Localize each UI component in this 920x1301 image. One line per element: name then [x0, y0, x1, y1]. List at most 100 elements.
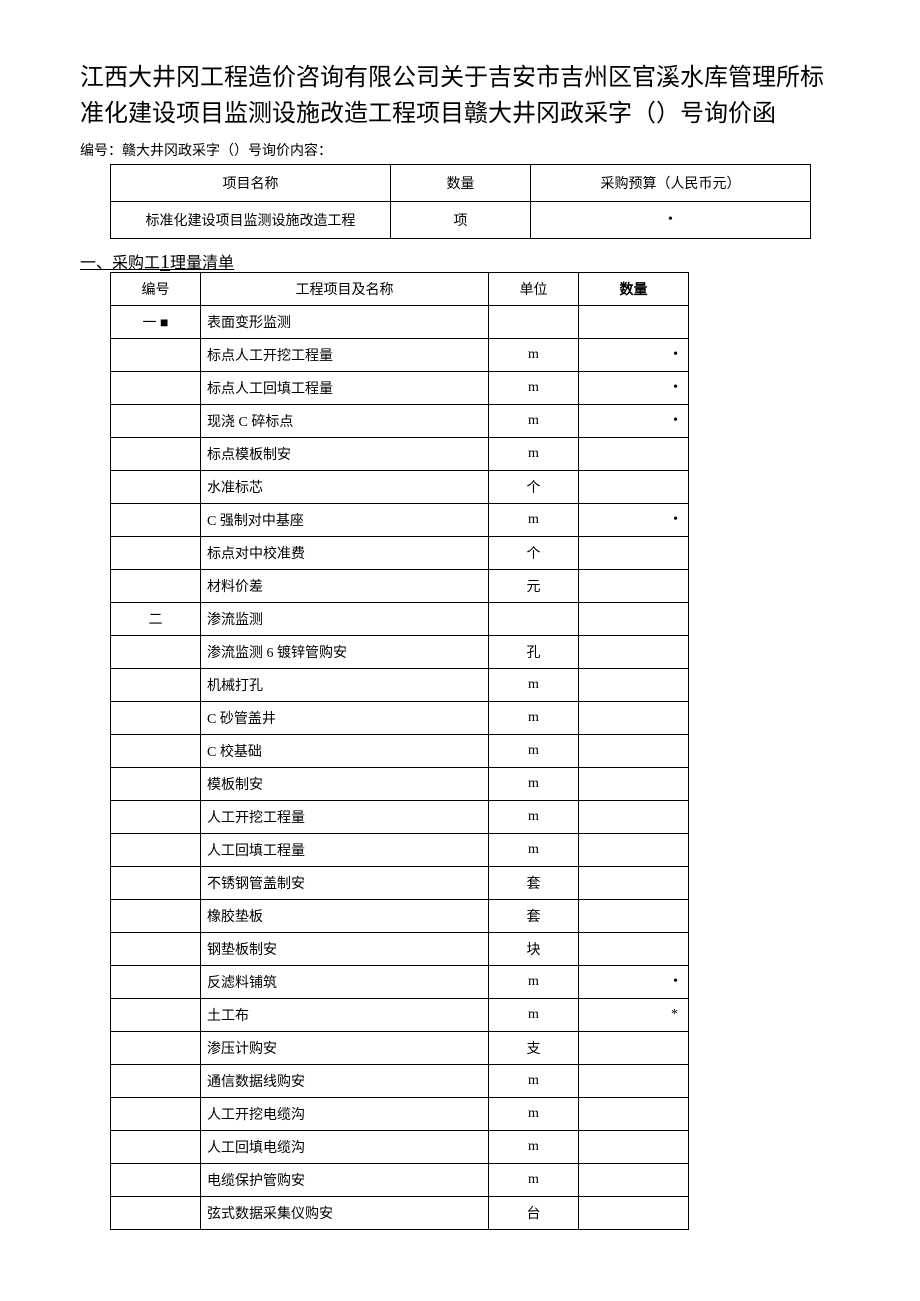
cell-b: C 校基础 [201, 735, 489, 768]
td-project-name: 标准化建设项目监测设施改造工程 [111, 202, 391, 239]
cell-c: 支 [489, 1032, 579, 1065]
th-qty: 数量 [579, 273, 689, 306]
cell-b: 渗流监测 [201, 603, 489, 636]
cell-c: 个 [489, 537, 579, 570]
cell-d [579, 1065, 689, 1098]
cell-c: m [489, 999, 579, 1032]
cell-a [111, 1131, 201, 1164]
section-big: 1 [160, 251, 170, 273]
table-row: 现浇 C 碎标点m• [111, 405, 689, 438]
cell-d [579, 306, 689, 339]
cell-b: 橡胶垫板 [201, 900, 489, 933]
th-budget: 采购预算（人民币元） [531, 165, 811, 202]
table-row: 渗流监测 6 镀锌管购安孔 [111, 636, 689, 669]
cell-a [111, 933, 201, 966]
table-row: 标点人工回填工程量m• [111, 372, 689, 405]
cell-b: 人工开挖电缆沟 [201, 1098, 489, 1131]
section-suffix: 理量清单 [170, 255, 234, 272]
cell-b: 表面变形监测 [201, 306, 489, 339]
table-row: C 校基础m [111, 735, 689, 768]
table-row: 人工回填电缆沟m [111, 1131, 689, 1164]
cell-b: 人工回填电缆沟 [201, 1131, 489, 1164]
cell-a [111, 1065, 201, 1098]
cell-a [111, 405, 201, 438]
table-row: 橡胶垫板套 [111, 900, 689, 933]
th-unit: 单位 [489, 273, 579, 306]
cell-c: m [489, 966, 579, 999]
section-heading: 一、采购工1理量清单 [80, 249, 840, 274]
cell-a [111, 636, 201, 669]
cell-d [579, 603, 689, 636]
cell-c: m [489, 768, 579, 801]
cell-c: m [489, 1065, 579, 1098]
cell-a [111, 537, 201, 570]
cell-a [111, 1098, 201, 1131]
table-row: C 强制对中基座m• [111, 504, 689, 537]
cell-c: m [489, 405, 579, 438]
cell-b: 标点人工开挖工程量 [201, 339, 489, 372]
table-row: 电缆保护管购安m [111, 1164, 689, 1197]
cell-d [579, 669, 689, 702]
table-row: 不锈钢管盖制安套 [111, 867, 689, 900]
cell-d: • [579, 504, 689, 537]
cell-d [579, 1098, 689, 1131]
cell-d [579, 471, 689, 504]
cell-d [579, 900, 689, 933]
cell-d: • [579, 966, 689, 999]
cell-a [111, 669, 201, 702]
cell-b: 渗压计购安 [201, 1032, 489, 1065]
td-budget: • [531, 202, 811, 239]
summary-table: 项目名称 数量 采购预算（人民币元） 标准化建设项目监测设施改造工程 项 • [110, 164, 811, 239]
cell-c: 套 [489, 867, 579, 900]
doc-subheader: 编号：赣大井冈政采字（）号询价内容： [80, 140, 840, 160]
cell-d [579, 537, 689, 570]
cell-b: 反滤料铺筑 [201, 966, 489, 999]
th-no: 编号 [111, 273, 201, 306]
cell-c: 块 [489, 933, 579, 966]
cell-a [111, 372, 201, 405]
cell-b: 弦式数据采集仪购安 [201, 1197, 489, 1230]
cell-b: 人工回填工程量 [201, 834, 489, 867]
cell-d [579, 768, 689, 801]
cell-c: m [489, 1164, 579, 1197]
cell-c: m [489, 339, 579, 372]
table-row: C 砂管盖井m [111, 702, 689, 735]
table-row: 标点人工开挖工程量m• [111, 339, 689, 372]
table-row: 通信数据线购安m [111, 1065, 689, 1098]
td-quantity: 项 [391, 202, 531, 239]
cell-b: 土工布 [201, 999, 489, 1032]
table-row: 渗压计购安支 [111, 1032, 689, 1065]
cell-c: m [489, 372, 579, 405]
table-row: 人工开挖电缆沟m [111, 1098, 689, 1131]
cell-c: m [489, 834, 579, 867]
cell-b: 水准标芯 [201, 471, 489, 504]
cell-b: 机械打孔 [201, 669, 489, 702]
cell-b: 材料价差 [201, 570, 489, 603]
cell-a [111, 339, 201, 372]
table-row: 人工开挖工程量m [111, 801, 689, 834]
table-row: 弦式数据采集仪购安台 [111, 1197, 689, 1230]
cell-d [579, 735, 689, 768]
table-row: 标点对中校准费个 [111, 537, 689, 570]
cell-d [579, 1197, 689, 1230]
cell-b: 现浇 C 碎标点 [201, 405, 489, 438]
cell-d [579, 933, 689, 966]
table-row: 材料价差元 [111, 570, 689, 603]
cell-c: m [489, 1098, 579, 1131]
cell-c: m [489, 669, 579, 702]
cell-d [579, 636, 689, 669]
cell-c: m [489, 504, 579, 537]
cell-b: 模板制安 [201, 768, 489, 801]
cell-a [111, 702, 201, 735]
cell-d: • [579, 372, 689, 405]
cell-d: • [579, 339, 689, 372]
cell-b: 标点模板制安 [201, 438, 489, 471]
cell-a [111, 1197, 201, 1230]
cell-b: 渗流监测 6 镀锌管购安 [201, 636, 489, 669]
cell-a [111, 966, 201, 999]
cell-d [579, 1164, 689, 1197]
cell-d [579, 570, 689, 603]
cell-b: 钢垫板制安 [201, 933, 489, 966]
table-row: 水准标芯个 [111, 471, 689, 504]
cell-d [579, 801, 689, 834]
